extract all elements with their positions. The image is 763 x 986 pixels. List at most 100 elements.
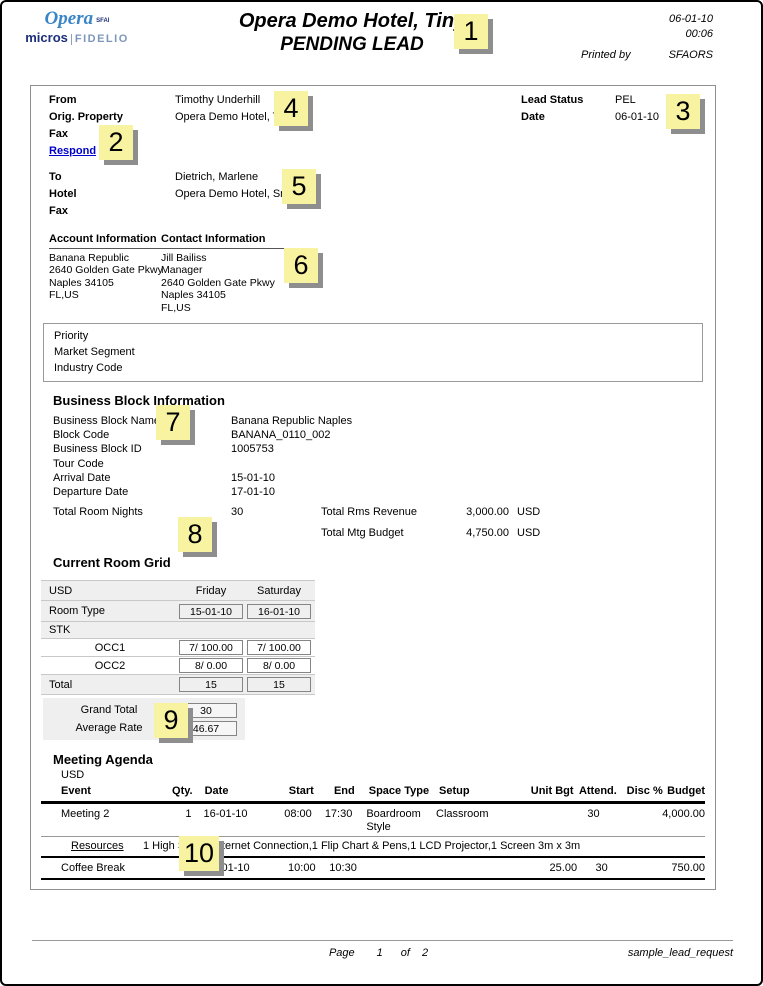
callout-6: 6 — [284, 248, 318, 283]
col-event: Event — [41, 785, 158, 797]
grid-total-label: Total — [41, 679, 179, 691]
bb-label: Block Code — [53, 428, 231, 442]
bb-value: BANANA_0110_002 — [231, 428, 330, 442]
bb-label: Business Block Name — [53, 414, 231, 428]
printed-by-label: Printed by — [581, 49, 631, 61]
business-block-rows: Business Block Name Banana Republic Napl… — [53, 414, 715, 499]
report-title-block: Opera Demo Hotel, Tiny PENDING LEAD — [62, 9, 642, 57]
occ-cell: 7/ 100.00 — [247, 640, 311, 655]
grand-total-block: Grand Total 30 Average Rate 46.67 — [43, 698, 245, 740]
callout-3: 3 — [666, 94, 700, 129]
to-label: To — [49, 169, 175, 186]
bb-row: Block Code BANANA_0110_002 — [53, 428, 715, 442]
printed-by-row: Printed by SFAORS — [581, 49, 713, 61]
account-line: Naples 34105 — [49, 277, 161, 289]
bb-totals-row-2: Total Mtg Budget 4,750.00 USD — [53, 525, 715, 541]
account-info-column: Account Information Banana Republic 2640… — [49, 232, 161, 314]
lead-status-label: Lead Status — [521, 92, 615, 109]
account-contact-section: Account Information Banana Republic 2640… — [49, 232, 715, 314]
resources-label: Resources — [71, 840, 143, 853]
total-rms-revenue-value: 3,000.00 — [461, 504, 509, 520]
room-category-row: STK — [41, 622, 315, 639]
page-indicator: Page 1 of 2 — [329, 947, 428, 959]
meeting-agenda-heading: Meeting Agenda — [53, 752, 715, 768]
callout-9: 9 — [154, 703, 188, 738]
col-budget: Budget — [667, 785, 705, 797]
to-fax-label: Fax — [49, 203, 175, 220]
total-rms-revenue-currency: USD — [517, 504, 540, 520]
market-segment-label: Market Segment — [54, 344, 692, 360]
callout-7: 7 — [156, 405, 190, 440]
room-grid-date-row: Room Type 15-01-10 16-01-10 — [41, 601, 315, 622]
grand-total-row: Grand Total 30 — [43, 701, 245, 719]
space-type-value: Boardroom Style — [352, 808, 434, 833]
hotel-label: Hotel — [49, 186, 175, 203]
start-value: 08:00 — [267, 808, 311, 821]
total-mtg-budget-currency: USD — [517, 525, 540, 541]
bb-label: Departure Date — [53, 485, 231, 499]
lead-status-value: PEL — [615, 92, 636, 109]
print-date: 06-01-10 — [581, 12, 713, 27]
bb-totals-row-1: Total Room Nights 30 Total Rms Revenue 3… — [53, 504, 715, 520]
report-file-name: sample_lead_request — [628, 947, 733, 959]
agenda-row-coffee-break: Coffee Break 1 16-01-10 10:00 10:30 25.0… — [41, 858, 705, 880]
col-space-type: Space Type — [355, 785, 437, 797]
occ-cell: 8/ 0.00 — [179, 658, 243, 673]
grid-date-cell: 16-01-10 — [247, 604, 311, 619]
attend-value: 30 — [569, 808, 617, 821]
total-mtg-budget-label: Total Mtg Budget — [321, 525, 461, 541]
bb-row: Tour Code — [53, 457, 715, 471]
room-grid-day-header-row: USD Friday Saturday — [41, 581, 315, 601]
grid-currency: USD — [41, 585, 179, 597]
to-value: Dietrich, Marlene — [175, 169, 258, 186]
report-type-title: PENDING LEAD — [62, 33, 642, 57]
average-rate-row: Average Rate 46.67 — [43, 719, 245, 737]
account-line: Banana Republic — [49, 252, 161, 264]
callout-8: 8 — [178, 517, 212, 552]
print-time: 00:06 — [581, 27, 713, 42]
priority-label: Priority — [54, 328, 692, 344]
contact-line: FL,US — [161, 302, 311, 314]
total-room-nights-value: 30 — [231, 504, 321, 520]
callout-10: 10 — [179, 836, 219, 871]
orig-property-label: Orig. Property — [49, 109, 175, 126]
to-section: To Dietrich, Marlene Hotel Opera Demo Ho… — [49, 169, 715, 220]
respond-link[interactable]: Respond — [49, 143, 96, 160]
lead-date-label: Date — [521, 109, 615, 126]
agenda-header-row: Event Qty. Date Start End Space Type Set… — [41, 782, 705, 804]
bb-label: Tour Code — [53, 457, 231, 471]
account-info-heading: Account Information — [49, 232, 161, 249]
to-fax-row: Fax — [49, 203, 715, 220]
occ-label: OCC2 — [41, 660, 179, 672]
account-line: FL,US — [49, 289, 161, 301]
page-label: Page — [329, 947, 355, 959]
col-attend: Attend. — [574, 785, 623, 797]
meeting-agenda-section: Meeting Agenda USD Event Qty. Date Start… — [31, 752, 715, 890]
report-footer: Page 1 of 2 sample_lead_request — [32, 940, 733, 959]
hotel-row: Hotel Opera Demo Hotel, Small — [49, 186, 715, 203]
business-block-section: Business Block Information Business Bloc… — [53, 393, 715, 541]
meeting-agenda-table: Event Qty. Date Start End Space Type Set… — [41, 782, 705, 890]
of-label: of — [401, 947, 410, 959]
total-meeting-revenue-value: 4,750.00 — [662, 887, 705, 890]
account-line: 2640 Golden Gate Pkwy — [49, 264, 161, 276]
bb-value: Banana Republic Naples — [231, 414, 352, 428]
col-start: Start — [269, 785, 314, 797]
grid-total-row: Total 15 15 — [41, 675, 315, 695]
print-info: 06-01-10 00:06 Printed by SFAORS — [581, 12, 713, 61]
room-grid-table: USD Friday Saturday Room Type 15-01-10 1… — [41, 580, 315, 695]
room-grid-section: Current Room Grid USD Friday Saturday Ro… — [31, 555, 715, 740]
report-header: OperaSFAI microsFIDELIO Opera Demo Hotel… — [2, 2, 761, 82]
total-rms-revenue-label: Total Rms Revenue — [321, 504, 461, 520]
budget-value: 750.00 — [671, 862, 705, 875]
col-date: Date — [193, 785, 269, 797]
resources-row: Resources 1 High Speed Internet Connecti… — [41, 837, 705, 858]
col-unit-bgt: Unit Bgt — [519, 785, 574, 797]
page-total: 2 — [422, 947, 428, 959]
report-body: From Timothy Underhill Orig. Property Op… — [30, 85, 716, 890]
occupancy-row: OCC1 7/ 100.00 7/ 100.00 — [41, 639, 315, 657]
bb-row: Arrival Date 15-01-10 — [53, 471, 715, 485]
setup-value: Classroom — [434, 808, 515, 821]
col-qty: Qty. — [158, 785, 192, 797]
day-header: Saturday — [247, 585, 311, 597]
